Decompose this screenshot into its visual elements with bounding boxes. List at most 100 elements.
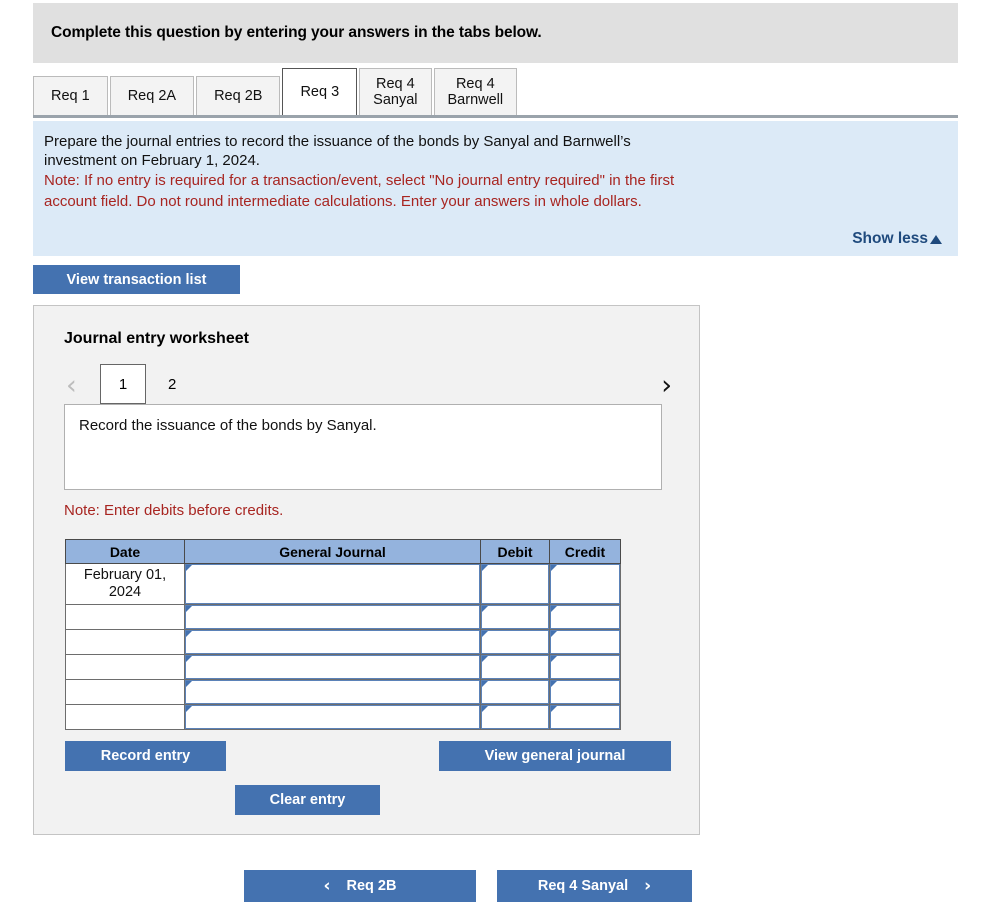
cell-date: February 01, 2024 — [65, 563, 185, 605]
credit-input[interactable] — [550, 630, 620, 654]
show-less-toggle[interactable]: Show less — [852, 230, 942, 248]
view-transaction-list-button[interactable]: View transaction list — [33, 265, 240, 294]
table-row — [65, 654, 621, 680]
previous-requirement-button[interactable]: ‹ Req 2B — [244, 870, 476, 902]
debit-input[interactable] — [481, 630, 549, 654]
button-label: Req 4 Sanyal — [537, 878, 629, 894]
tab-req-2b[interactable]: Req 2B — [196, 76, 281, 115]
cell-general-journal[interactable] — [184, 629, 481, 655]
cell-date — [65, 604, 185, 630]
tab-label: Req 2A — [127, 87, 177, 104]
table-row — [65, 604, 621, 630]
tab-label-line1: Req 4 — [375, 75, 415, 92]
cell-debit[interactable] — [480, 679, 550, 705]
general-journal-input[interactable] — [185, 705, 480, 729]
general-journal-input[interactable] — [185, 630, 480, 654]
button-label: View general journal — [484, 748, 626, 764]
tab-req-1[interactable]: Req 1 — [33, 76, 108, 115]
date-value — [66, 665, 184, 669]
journal-entry-worksheet-panel: Journal entry worksheet ‹ 1 2 › Record t… — [33, 305, 700, 835]
credit-input[interactable] — [550, 655, 620, 679]
button-label: Record entry — [100, 748, 191, 764]
cell-credit[interactable] — [549, 654, 621, 680]
button-label: Req 2B — [346, 878, 397, 894]
table-row: February 01, 2024 — [65, 563, 621, 605]
record-entry-button[interactable]: Record entry — [65, 741, 226, 771]
date-value — [66, 640, 184, 644]
cell-credit[interactable] — [549, 629, 621, 655]
credit-input[interactable] — [550, 680, 620, 704]
pager-next-icon[interactable]: › — [661, 372, 672, 399]
column-header-credit: Credit — [549, 539, 621, 564]
cell-credit[interactable] — [549, 679, 621, 705]
pager-page-2[interactable]: 2 — [160, 364, 184, 404]
table-row — [65, 629, 621, 655]
show-less-label: Show less — [852, 230, 928, 247]
date-value — [66, 690, 184, 694]
tab-req-2a[interactable]: Req 2A — [109, 76, 195, 115]
cell-general-journal[interactable] — [184, 704, 481, 730]
cell-general-journal[interactable] — [184, 679, 481, 705]
column-header-date: Date — [65, 539, 185, 564]
table-row — [65, 704, 621, 730]
debit-input[interactable] — [481, 705, 549, 729]
cell-credit[interactable] — [549, 563, 621, 605]
chevron-up-icon — [930, 234, 942, 244]
requirement-tabs: Req 1 Req 2A Req 2B Req 3 Req 4 Sanyal R… — [33, 68, 958, 118]
general-journal-input[interactable] — [185, 564, 480, 604]
worksheet-pager: ‹ 1 2 › — [64, 364, 672, 408]
cell-debit[interactable] — [480, 563, 550, 605]
cell-debit[interactable] — [480, 629, 550, 655]
tab-req-3[interactable]: Req 3 — [282, 68, 358, 115]
table-header-row: Date General Journal Debit Credit — [65, 539, 621, 564]
cell-debit[interactable] — [480, 704, 550, 730]
tab-label: Req 3 — [300, 83, 340, 100]
cell-debit[interactable] — [480, 604, 550, 630]
button-label: Clear entry — [269, 792, 346, 808]
cell-general-journal[interactable] — [184, 563, 481, 605]
clear-entry-button[interactable]: Clear entry — [235, 785, 380, 815]
cell-date — [65, 629, 185, 655]
cell-credit[interactable] — [549, 704, 621, 730]
journal-entry-table: Date General Journal Debit Credit Februa… — [65, 539, 621, 730]
cell-debit[interactable] — [480, 654, 550, 680]
tab-label: Req 2B — [214, 87, 263, 104]
next-requirement-button[interactable]: Req 4 Sanyal › — [497, 870, 692, 902]
tab-label-line2: Barnwell — [447, 92, 504, 108]
tab-label-line1: Req 4 — [455, 75, 495, 92]
cell-credit[interactable] — [549, 604, 621, 630]
general-journal-input[interactable] — [185, 605, 480, 629]
table-row — [65, 679, 621, 705]
debits-before-credits-note: Note: Enter debits before credits. — [64, 502, 284, 519]
tab-req-4-sanyal[interactable]: Req 4 Sanyal — [359, 68, 432, 115]
credit-input[interactable] — [550, 605, 620, 629]
cell-general-journal[interactable] — [184, 654, 481, 680]
tab-label: Req 1 — [51, 87, 90, 104]
worksheet-title: Journal entry worksheet — [64, 330, 249, 347]
general-journal-input[interactable] — [185, 655, 480, 679]
date-value — [66, 715, 184, 719]
question-banner: Complete this question by entering your … — [33, 3, 958, 63]
general-journal-input[interactable] — [185, 680, 480, 704]
instruction-note-2: account field. Do not round intermediate… — [44, 192, 642, 210]
credit-input[interactable] — [550, 564, 620, 604]
instruction-line-2: investment on February 1, 2024. — [44, 152, 260, 170]
debit-input[interactable] — [481, 655, 549, 679]
instructions-panel: Prepare the journal entries to record th… — [33, 121, 958, 256]
cell-date — [65, 654, 185, 680]
banner-text: Complete this question by entering your … — [51, 24, 542, 41]
date-value — [66, 615, 184, 619]
question-page: Complete this question by entering your … — [0, 0, 982, 904]
debit-input[interactable] — [481, 680, 549, 704]
debit-input[interactable] — [481, 605, 549, 629]
credit-input[interactable] — [550, 705, 620, 729]
debit-input[interactable] — [481, 564, 549, 604]
pager-previous-icon[interactable]: ‹ — [66, 372, 77, 399]
cell-general-journal[interactable] — [184, 604, 481, 630]
tab-req-4-barnwell[interactable]: Req 4 Barnwell — [433, 68, 518, 115]
chevron-right-icon: › — [644, 876, 652, 896]
cell-date — [65, 679, 185, 705]
entry-description-text: Record the issuance of the bonds by Sany… — [79, 417, 377, 434]
pager-page-1[interactable]: 1 — [100, 364, 146, 404]
view-general-journal-button[interactable]: View general journal — [439, 741, 671, 771]
